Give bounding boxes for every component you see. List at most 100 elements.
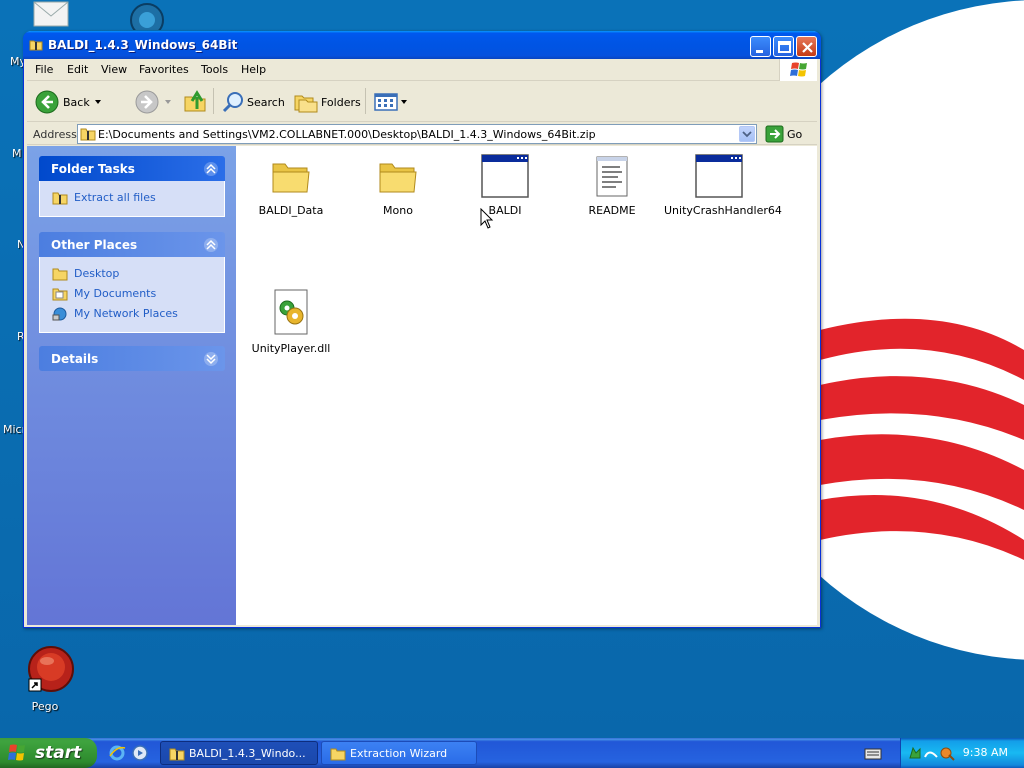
desktop-icon-globe[interactable]: [105, 0, 175, 37]
file-item-readme[interactable]: README: [557, 154, 667, 217]
up-folder-button[interactable]: [183, 88, 211, 116]
tray-recycle-icon[interactable]: [907, 745, 923, 761]
folder-tasks-title: Folder Tasks: [51, 162, 135, 176]
collapse-chevron-icon[interactable]: [203, 161, 219, 177]
views-icon: [374, 93, 398, 111]
desktop-icon-pego[interactable]: Pego: [10, 645, 80, 713]
up-folder-icon: [184, 90, 206, 112]
text-document-icon: [596, 156, 628, 197]
back-button[interactable]: Back: [33, 88, 105, 116]
clock[interactable]: 9:38 AM: [963, 746, 1008, 759]
folders-icon: [294, 95, 318, 113]
file-item-baldi[interactable]: BALDI: [450, 154, 560, 217]
forward-button[interactable]: [109, 88, 171, 116]
search-label: Search: [247, 96, 285, 109]
views-button[interactable]: [371, 88, 411, 116]
window-title: BALDI_1.4.3_Windows_64Bit: [48, 38, 238, 52]
address-dropdown-button[interactable]: [739, 126, 755, 142]
taskbar-button-explorer[interactable]: BALDI_1.4.3_Windo...: [160, 741, 318, 765]
go-arrow-icon: [765, 125, 784, 143]
address-field[interactable]: E:\Documents and Settings\VM2.COLLABNET.…: [77, 124, 757, 144]
maximize-button[interactable]: [773, 36, 794, 57]
taskbar-button-extraction-wizard[interactable]: Extraction Wizard: [321, 741, 477, 765]
pego-icon: [27, 646, 74, 692]
close-icon: [802, 42, 813, 53]
file-label: BALDI: [488, 204, 522, 217]
task-pane: Folder Tasks Extract all files Other Pla…: [27, 146, 236, 625]
other-places-panel: Other Places Desktop My Documents My Net…: [39, 232, 225, 333]
file-item-mono[interactable]: Mono: [343, 154, 453, 217]
details-panel: Details: [39, 346, 225, 371]
go-label: Go: [787, 128, 803, 141]
other-places-header[interactable]: Other Places: [39, 232, 225, 257]
expand-chevron-icon[interactable]: [203, 351, 219, 367]
back-label: Back: [63, 96, 90, 109]
file-label: UnityPlayer.dll: [251, 342, 331, 355]
system-tray: 9:38 AM: [900, 738, 1024, 768]
zip-folder-icon: [80, 128, 96, 141]
back-arrow-icon: [35, 90, 59, 114]
search-icon: [222, 92, 243, 113]
keyboard-icon[interactable]: [864, 747, 882, 761]
envelope-icon: [33, 1, 68, 27]
address-label: Address: [33, 128, 77, 141]
folder-tasks-body: Extract all files: [39, 181, 225, 217]
chevron-down-icon: [165, 100, 171, 104]
address-value: E:\Documents and Settings\VM2.COLLABNET.…: [98, 128, 596, 141]
toolbar-separator: [365, 88, 366, 114]
network-places-icon: [52, 307, 67, 321]
chevron-down-icon: [95, 100, 101, 104]
search-button[interactable]: Search: [219, 88, 289, 116]
folder-icon: [379, 163, 417, 193]
tray-network-icon[interactable]: [923, 745, 939, 761]
start-button[interactable]: start: [0, 738, 97, 768]
internet-explorer-icon[interactable]: [108, 744, 126, 762]
my-documents-link-label: My Documents: [74, 287, 157, 300]
title-bar[interactable]: BALDI_1.4.3_Windows_64Bit: [23, 31, 821, 59]
desktop-icon-my-top[interactable]: [10, 0, 80, 31]
zip-folder-icon: [169, 748, 185, 761]
menu-favorites[interactable]: Favorites: [139, 63, 189, 76]
windows-logo: [779, 59, 817, 81]
collapse-chevron-icon[interactable]: [203, 237, 219, 253]
globe-icon: [129, 3, 164, 37]
folder-icon: [330, 748, 346, 761]
desktop-label-cut-2[interactable]: M: [12, 147, 22, 160]
details-title: Details: [51, 352, 99, 366]
file-item-baldi-data[interactable]: BALDI_Data: [236, 154, 346, 217]
application-icon: [695, 154, 743, 198]
menu-tools[interactable]: Tools: [201, 63, 228, 76]
desktop-icon-pego-label: Pego: [31, 700, 59, 713]
tray-security-icon[interactable]: [939, 745, 955, 761]
file-label: Mono: [383, 204, 413, 217]
minimize-button[interactable]: [750, 36, 771, 57]
desktop-link-label: Desktop: [74, 267, 120, 280]
menu-file[interactable]: File: [35, 63, 53, 76]
menu-bar: File Edit View Favorites Tools Help: [27, 59, 817, 81]
windows-flag-icon: [8, 744, 25, 761]
file-list: BALDI_Data Mono BALDI README UnityCrashH…: [236, 146, 817, 625]
file-label: README: [588, 204, 636, 217]
extract-all-files-label: Extract all files: [74, 191, 156, 204]
dll-icon: [274, 289, 308, 335]
taskbar-button-label: BALDI_1.4.3_Windo...: [189, 747, 306, 760]
file-item-unity-player-dll[interactable]: UnityPlayer.dll: [236, 288, 346, 355]
folders-button[interactable]: Folders: [291, 88, 361, 116]
close-button[interactable]: [796, 36, 817, 57]
folders-label: Folders: [321, 96, 361, 109]
file-label: UnityCrashHandler64: [664, 204, 782, 217]
menu-help[interactable]: Help: [241, 63, 266, 76]
folder-tasks-header[interactable]: Folder Tasks: [39, 156, 225, 181]
chevron-down-icon: [401, 100, 407, 104]
menu-edit[interactable]: Edit: [67, 63, 88, 76]
media-player-icon[interactable]: [131, 744, 149, 762]
menu-view[interactable]: View: [101, 63, 127, 76]
taskbar-button-label: Extraction Wizard: [350, 747, 448, 760]
application-icon: [481, 154, 529, 198]
file-item-unity-crash-handler[interactable]: UnityCrashHandler64: [664, 154, 782, 217]
other-places-title: Other Places: [51, 238, 138, 252]
explorer-window: BALDI_1.4.3_Windows_64Bit File Edit View…: [23, 31, 821, 628]
details-header[interactable]: Details: [39, 346, 225, 371]
address-bar: Address E:\Documents and Settings\VM2.CO…: [27, 123, 817, 145]
go-button[interactable]: Go: [763, 124, 813, 144]
